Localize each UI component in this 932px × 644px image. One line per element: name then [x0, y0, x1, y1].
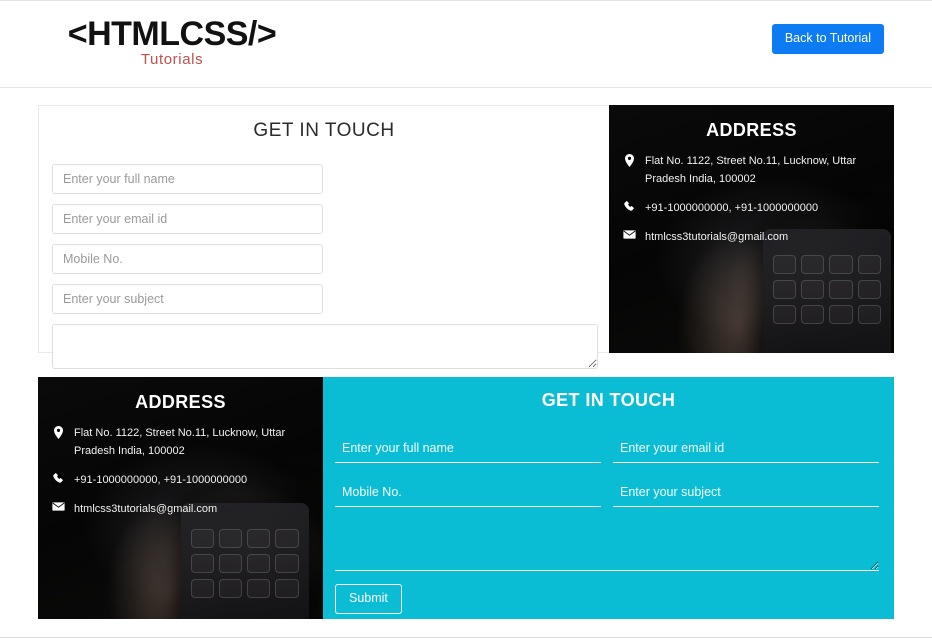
logo-primary-text: <HTMLCSS/> [67, 15, 277, 53]
address-rows: Flat No. 1122, Street No.11, Lucknow, Ut… [38, 413, 323, 519]
page-bottom-divider [0, 637, 932, 638]
phone-app-icons-decoration [190, 528, 299, 598]
message-textarea[interactable] [335, 523, 879, 571]
address-location-row: Flat No. 1122, Street No.11, Lucknow, Ut… [50, 424, 311, 460]
address-email-text: htmlcss3tutorials@gmail.com [74, 503, 218, 516]
address-email-row: htmlcss3tutorials@gmail.com [621, 228, 880, 246]
light-form-fields [39, 142, 609, 314]
cyan-form-title: GET IN TOUCH [541, 390, 676, 410]
page-title: GET IN TOUCH [253, 120, 395, 141]
cyan-form-fields [335, 411, 882, 507]
subject-input[interactable] [613, 481, 879, 507]
address-content: ADDRESS Flat No. 1122, Street No.11, Luc… [609, 105, 894, 247]
address-email-text: htmlcss3tutorials@gmail.com [645, 231, 789, 244]
address-title: ADDRESS [135, 392, 226, 412]
full-name-input[interactable] [52, 164, 323, 194]
address-location-text: Flat No. 1122, Street No.11, Lucknow, Ut… [645, 155, 857, 186]
get-in-touch-card: GET IN TOUCH Submit [38, 105, 610, 410]
address-phone-text: +91-1000000000, +91-1000000000 [645, 202, 819, 215]
address-title: ADDRESS [706, 120, 797, 140]
map-marker-icon [50, 424, 67, 439]
address-content: ADDRESS Flat No. 1122, Street No.11, Luc… [38, 377, 323, 519]
email-input[interactable] [52, 204, 323, 234]
mobile-input[interactable] [335, 481, 601, 507]
address-panel-right: ADDRESS Flat No. 1122, Street No.11, Luc… [609, 105, 894, 353]
address-rows: Flat No. 1122, Street No.11, Lucknow, Ut… [609, 141, 894, 247]
phone-app-icons-decoration [772, 255, 881, 324]
mobile-input[interactable] [52, 244, 323, 274]
address-phone-text: +91-1000000000, +91-1000000000 [74, 474, 248, 487]
page-root: <HTMLCSS/> Tutorials Back to Tutorial GE… [0, 0, 932, 644]
envelope-icon [621, 228, 638, 240]
address-phone-row: +91-1000000000, +91-1000000000 [621, 199, 880, 217]
site-header: <HTMLCSS/> Tutorials Back to Tutorial [0, 1, 932, 88]
email-input[interactable] [613, 437, 879, 463]
logo-secondary-text: Tutorials [140, 51, 204, 68]
get-in-touch-cyan-form: GET IN TOUCH Submit [323, 377, 894, 619]
phone-photo-decoration [762, 229, 891, 353]
full-name-input[interactable] [335, 437, 601, 463]
back-to-tutorial-button[interactable]: Back to Tutorial [771, 24, 884, 54]
contact-section-light: GET IN TOUCH Submit ADDRESS [0, 105, 932, 410]
contact-section-cyan: ADDRESS Flat No. 1122, Street No.11, Luc… [38, 377, 894, 619]
address-location-text: Flat No. 1122, Street No.11, Lucknow, Ut… [74, 427, 286, 458]
submit-button[interactable]: Submit [335, 584, 402, 614]
address-location-row: Flat No. 1122, Street No.11, Lucknow, Ut… [621, 152, 880, 188]
phone-icon [621, 199, 638, 213]
subject-input[interactable] [52, 284, 323, 314]
map-marker-icon [621, 152, 638, 167]
phone-icon [50, 471, 67, 485]
site-logo[interactable]: <HTMLCSS/> Tutorials [57, 17, 287, 67]
address-phone-row: +91-1000000000, +91-1000000000 [50, 471, 311, 489]
address-email-row: htmlcss3tutorials@gmail.com [50, 500, 311, 518]
address-panel-left: ADDRESS Flat No. 1122, Street No.11, Luc… [38, 377, 323, 619]
message-textarea[interactable] [52, 324, 598, 369]
phone-photo-decoration [180, 502, 309, 619]
envelope-icon [50, 500, 67, 512]
